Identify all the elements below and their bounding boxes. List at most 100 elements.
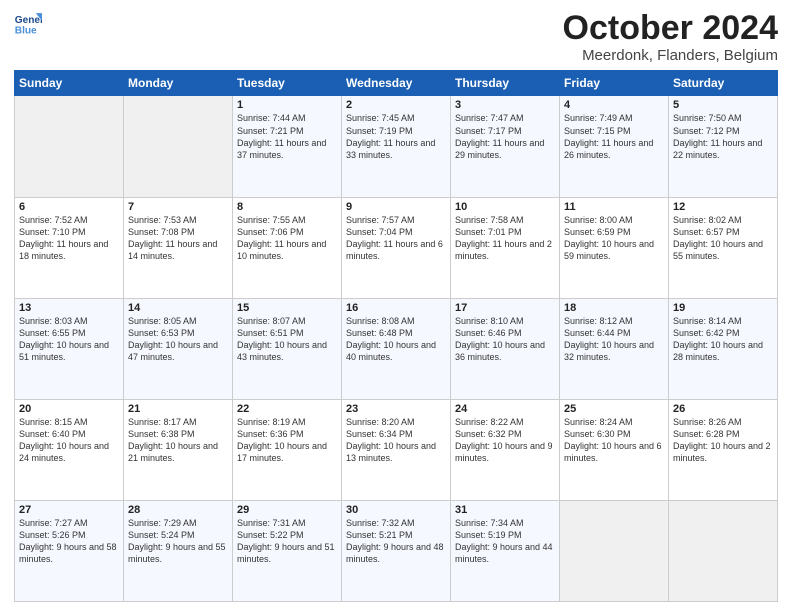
- week-row-3: 20Sunrise: 8:15 AM Sunset: 6:40 PM Dayli…: [15, 399, 778, 500]
- day-info: Sunrise: 8:22 AM Sunset: 6:32 PM Dayligh…: [455, 416, 555, 465]
- table-row: 2Sunrise: 7:45 AM Sunset: 7:19 PM Daylig…: [342, 96, 451, 197]
- day-info: Sunrise: 8:19 AM Sunset: 6:36 PM Dayligh…: [237, 416, 337, 465]
- header-row: Sunday Monday Tuesday Wednesday Thursday…: [15, 71, 778, 96]
- table-row: 19Sunrise: 8:14 AM Sunset: 6:42 PM Dayli…: [669, 298, 778, 399]
- day-info: Sunrise: 8:12 AM Sunset: 6:44 PM Dayligh…: [564, 315, 664, 364]
- day-info: Sunrise: 7:53 AM Sunset: 7:08 PM Dayligh…: [128, 214, 228, 263]
- day-number: 2: [346, 99, 446, 111]
- day-number: 28: [128, 504, 228, 516]
- location: Meerdonk, Flanders, Belgium: [563, 47, 778, 64]
- day-number: 9: [346, 201, 446, 213]
- day-info: Sunrise: 8:05 AM Sunset: 6:53 PM Dayligh…: [128, 315, 228, 364]
- day-number: 23: [346, 403, 446, 415]
- day-info: Sunrise: 7:32 AM Sunset: 5:21 PM Dayligh…: [346, 517, 446, 566]
- table-row: 31Sunrise: 7:34 AM Sunset: 5:19 PM Dayli…: [451, 500, 560, 601]
- week-row-4: 27Sunrise: 7:27 AM Sunset: 5:26 PM Dayli…: [15, 500, 778, 601]
- table-row: 21Sunrise: 8:17 AM Sunset: 6:38 PM Dayli…: [124, 399, 233, 500]
- table-row: 27Sunrise: 7:27 AM Sunset: 5:26 PM Dayli…: [15, 500, 124, 601]
- col-monday: Monday: [124, 71, 233, 96]
- day-number: 31: [455, 504, 555, 516]
- table-row: 3Sunrise: 7:47 AM Sunset: 7:17 PM Daylig…: [451, 96, 560, 197]
- col-wednesday: Wednesday: [342, 71, 451, 96]
- table-row: 26Sunrise: 8:26 AM Sunset: 6:28 PM Dayli…: [669, 399, 778, 500]
- table-row: 6Sunrise: 7:52 AM Sunset: 7:10 PM Daylig…: [15, 197, 124, 298]
- day-info: Sunrise: 7:29 AM Sunset: 5:24 PM Dayligh…: [128, 517, 228, 566]
- table-row: 7Sunrise: 7:53 AM Sunset: 7:08 PM Daylig…: [124, 197, 233, 298]
- day-number: 7: [128, 201, 228, 213]
- day-info: Sunrise: 7:45 AM Sunset: 7:19 PM Dayligh…: [346, 112, 446, 161]
- table-row: 25Sunrise: 8:24 AM Sunset: 6:30 PM Dayli…: [560, 399, 669, 500]
- day-info: Sunrise: 7:31 AM Sunset: 5:22 PM Dayligh…: [237, 517, 337, 566]
- day-number: 10: [455, 201, 555, 213]
- day-info: Sunrise: 8:24 AM Sunset: 6:30 PM Dayligh…: [564, 416, 664, 465]
- table-row: 4Sunrise: 7:49 AM Sunset: 7:15 PM Daylig…: [560, 96, 669, 197]
- day-info: Sunrise: 8:10 AM Sunset: 6:46 PM Dayligh…: [455, 315, 555, 364]
- table-row: 17Sunrise: 8:10 AM Sunset: 6:46 PM Dayli…: [451, 298, 560, 399]
- header: General Blue October 2024 Meerdonk, Flan…: [14, 10, 778, 64]
- day-number: 20: [19, 403, 119, 415]
- col-sunday: Sunday: [15, 71, 124, 96]
- table-row: 5Sunrise: 7:50 AM Sunset: 7:12 PM Daylig…: [669, 96, 778, 197]
- day-info: Sunrise: 7:49 AM Sunset: 7:15 PM Dayligh…: [564, 112, 664, 161]
- table-row: [124, 96, 233, 197]
- month-title: October 2024: [563, 10, 778, 47]
- col-thursday: Thursday: [451, 71, 560, 96]
- table-row: 14Sunrise: 8:05 AM Sunset: 6:53 PM Dayli…: [124, 298, 233, 399]
- day-number: 30: [346, 504, 446, 516]
- table-row: 20Sunrise: 8:15 AM Sunset: 6:40 PM Dayli…: [15, 399, 124, 500]
- day-info: Sunrise: 7:47 AM Sunset: 7:17 PM Dayligh…: [455, 112, 555, 161]
- day-number: 1: [237, 99, 337, 111]
- day-number: 16: [346, 302, 446, 314]
- week-row-2: 13Sunrise: 8:03 AM Sunset: 6:55 PM Dayli…: [15, 298, 778, 399]
- day-number: 13: [19, 302, 119, 314]
- table-row: 10Sunrise: 7:58 AM Sunset: 7:01 PM Dayli…: [451, 197, 560, 298]
- table-row: 16Sunrise: 8:08 AM Sunset: 6:48 PM Dayli…: [342, 298, 451, 399]
- table-row: [15, 96, 124, 197]
- col-friday: Friday: [560, 71, 669, 96]
- table-row: 9Sunrise: 7:57 AM Sunset: 7:04 PM Daylig…: [342, 197, 451, 298]
- day-number: 11: [564, 201, 664, 213]
- table-row: 30Sunrise: 7:32 AM Sunset: 5:21 PM Dayli…: [342, 500, 451, 601]
- table-row: 28Sunrise: 7:29 AM Sunset: 5:24 PM Dayli…: [124, 500, 233, 601]
- day-number: 22: [237, 403, 337, 415]
- table-row: 24Sunrise: 8:22 AM Sunset: 6:32 PM Dayli…: [451, 399, 560, 500]
- page: General Blue October 2024 Meerdonk, Flan…: [0, 0, 792, 612]
- table-row: 13Sunrise: 8:03 AM Sunset: 6:55 PM Dayli…: [15, 298, 124, 399]
- day-info: Sunrise: 8:07 AM Sunset: 6:51 PM Dayligh…: [237, 315, 337, 364]
- table-row: 29Sunrise: 7:31 AM Sunset: 5:22 PM Dayli…: [233, 500, 342, 601]
- day-number: 5: [673, 99, 773, 111]
- day-info: Sunrise: 7:58 AM Sunset: 7:01 PM Dayligh…: [455, 214, 555, 263]
- day-number: 12: [673, 201, 773, 213]
- table-row: 11Sunrise: 8:00 AM Sunset: 6:59 PM Dayli…: [560, 197, 669, 298]
- logo-icon: General Blue: [14, 10, 42, 38]
- table-row: [560, 500, 669, 601]
- table-row: 12Sunrise: 8:02 AM Sunset: 6:57 PM Dayli…: [669, 197, 778, 298]
- day-info: Sunrise: 7:52 AM Sunset: 7:10 PM Dayligh…: [19, 214, 119, 263]
- day-info: Sunrise: 7:50 AM Sunset: 7:12 PM Dayligh…: [673, 112, 773, 161]
- table-row: 1Sunrise: 7:44 AM Sunset: 7:21 PM Daylig…: [233, 96, 342, 197]
- day-number: 19: [673, 302, 773, 314]
- day-number: 3: [455, 99, 555, 111]
- day-info: Sunrise: 8:00 AM Sunset: 6:59 PM Dayligh…: [564, 214, 664, 263]
- day-number: 17: [455, 302, 555, 314]
- day-number: 29: [237, 504, 337, 516]
- day-info: Sunrise: 8:02 AM Sunset: 6:57 PM Dayligh…: [673, 214, 773, 263]
- day-number: 24: [455, 403, 555, 415]
- week-row-1: 6Sunrise: 7:52 AM Sunset: 7:10 PM Daylig…: [15, 197, 778, 298]
- day-info: Sunrise: 7:34 AM Sunset: 5:19 PM Dayligh…: [455, 517, 555, 566]
- day-number: 14: [128, 302, 228, 314]
- day-number: 18: [564, 302, 664, 314]
- day-number: 8: [237, 201, 337, 213]
- day-info: Sunrise: 8:08 AM Sunset: 6:48 PM Dayligh…: [346, 315, 446, 364]
- week-row-0: 1Sunrise: 7:44 AM Sunset: 7:21 PM Daylig…: [15, 96, 778, 197]
- title-block: October 2024 Meerdonk, Flanders, Belgium: [563, 10, 778, 64]
- col-saturday: Saturday: [669, 71, 778, 96]
- day-info: Sunrise: 7:55 AM Sunset: 7:06 PM Dayligh…: [237, 214, 337, 263]
- table-row: 22Sunrise: 8:19 AM Sunset: 6:36 PM Dayli…: [233, 399, 342, 500]
- calendar: Sunday Monday Tuesday Wednesday Thursday…: [14, 70, 778, 602]
- day-number: 26: [673, 403, 773, 415]
- day-info: Sunrise: 7:57 AM Sunset: 7:04 PM Dayligh…: [346, 214, 446, 263]
- table-row: 15Sunrise: 8:07 AM Sunset: 6:51 PM Dayli…: [233, 298, 342, 399]
- svg-text:Blue: Blue: [15, 25, 37, 36]
- day-number: 27: [19, 504, 119, 516]
